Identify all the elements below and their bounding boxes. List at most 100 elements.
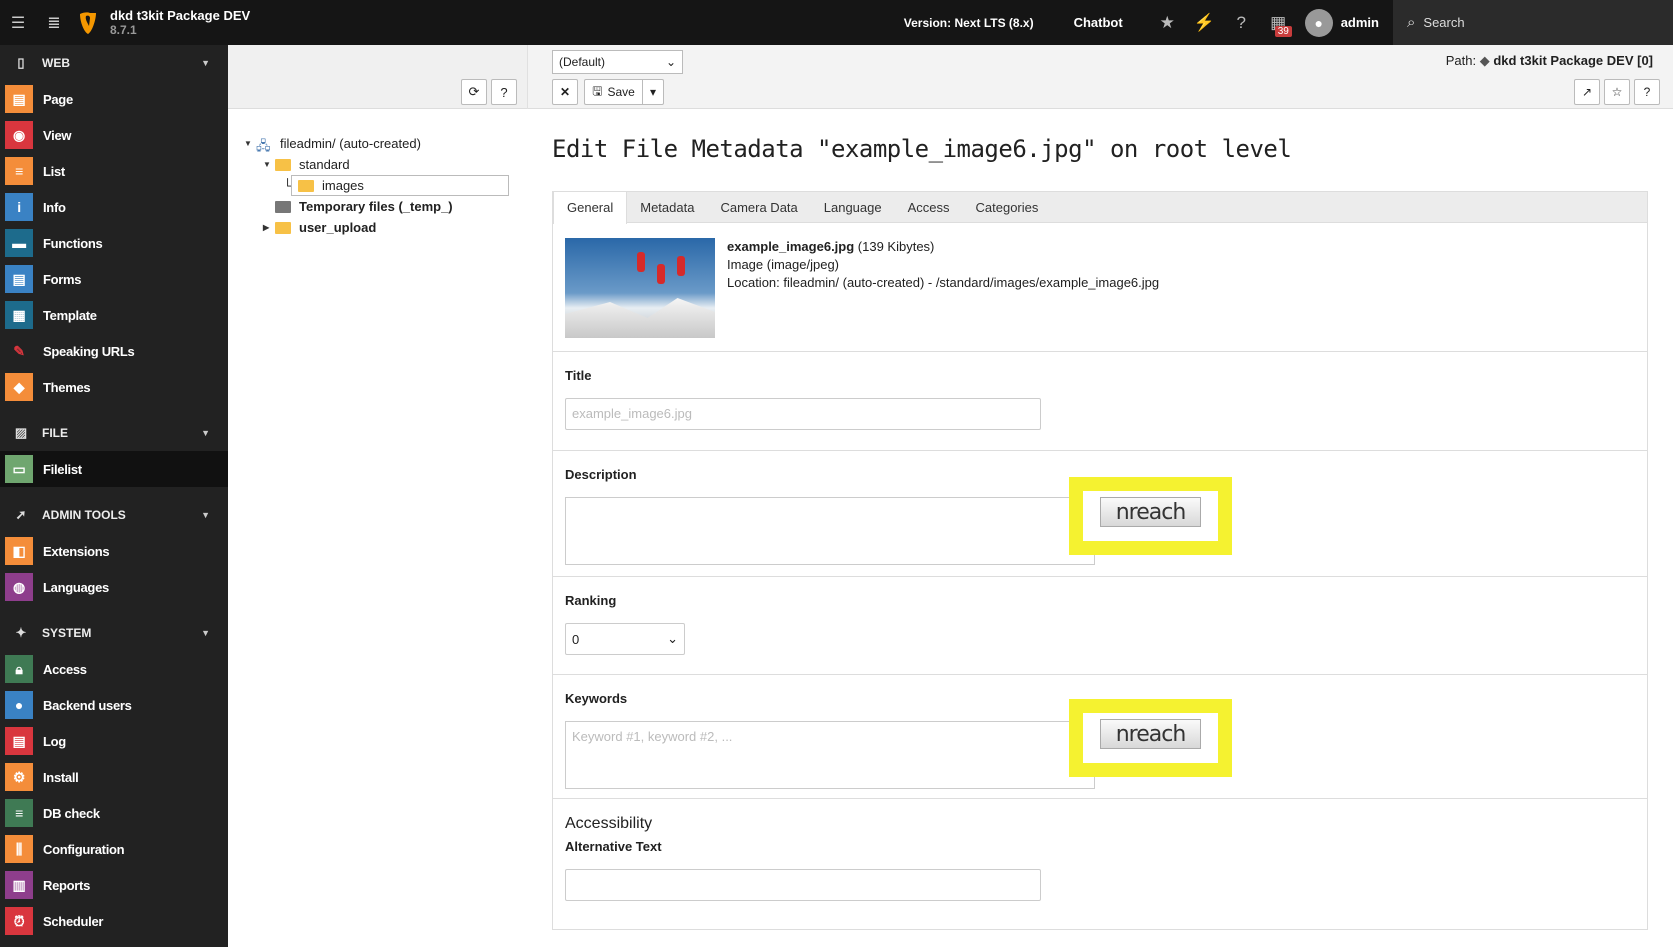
tree-toggle-icon[interactable]: ≣	[36, 0, 72, 45]
file-info: example_image6.jpg (139 Kibytes) Image (…	[553, 223, 1647, 352]
themes-icon: ◆	[5, 373, 33, 401]
tab-general[interactable]: General	[553, 192, 628, 224]
language-value: (Default)	[559, 55, 606, 69]
save-dropdown-button[interactable]: ▾	[642, 79, 664, 105]
tree-node-root[interactable]: ▼ 🖧︎ fileadmin/ (auto-created)	[228, 133, 528, 154]
user-menu[interactable]: ● admin	[1304, 8, 1379, 37]
module-install[interactable]: ⚙ Install	[0, 759, 228, 795]
tab-bar: General Metadata Camera Data Language Ac…	[552, 191, 1648, 224]
tab-camera-data[interactable]: Camera Data	[707, 192, 810, 223]
file-location: Location: fileadmin/ (auto-created) - /s…	[727, 275, 1160, 290]
search-box[interactable]: ⌕ Search	[1393, 0, 1673, 45]
selected-node[interactable]: images	[291, 175, 509, 196]
flash-clear-cache-icon[interactable]: ⚡	[1186, 13, 1223, 33]
caret-down-icon: ▼	[201, 428, 210, 438]
module-label: Access	[43, 661, 87, 677]
keywords-textarea[interactable]: Keyword #1, keyword #2, ...	[565, 721, 1095, 789]
bookmark-star-icon[interactable]: ★	[1149, 13, 1186, 33]
ranking-select[interactable]: 0 ⌄	[565, 623, 685, 655]
avatar: ●	[1304, 8, 1333, 37]
typo3-logo-icon	[80, 11, 96, 34]
shortcut-star-icon[interactable]: ☆	[1604, 79, 1630, 105]
tree-node-user-upload[interactable]: ▶ user_upload	[228, 217, 528, 238]
module-backend-users[interactable]: ● Backend users	[0, 687, 228, 723]
help-icon[interactable]: ?	[1223, 13, 1260, 33]
tab-access[interactable]: Access	[895, 192, 963, 223]
group-web[interactable]: ▯ WEB ▼	[0, 45, 228, 81]
close-icon: ✕	[559, 85, 571, 99]
caret-down-icon: ▾	[649, 85, 657, 99]
module-forms[interactable]: ▤ Forms	[0, 261, 228, 297]
site-small-icon: ◆	[1479, 53, 1490, 68]
module-filelist[interactable]: ▭ Filelist	[0, 451, 228, 487]
toggle-closed-icon[interactable]: ▶	[263, 223, 275, 232]
toggle-open-icon[interactable]: ▼	[244, 139, 256, 148]
file-thumbnail[interactable]	[565, 238, 715, 338]
module-functions[interactable]: ▬ Functions	[0, 225, 228, 261]
module-template[interactable]: ▦ Template	[0, 297, 228, 333]
alt-text-input[interactable]	[565, 869, 1041, 901]
module-speaking-urls[interactable]: ✎ Speaking URLs	[0, 333, 228, 369]
tree-label: user_upload	[299, 220, 377, 235]
keywords-section: Keywords Keyword #1, keyword #2, ... nre…	[553, 675, 1647, 799]
group-label: SYSTEM	[42, 626, 92, 640]
tree-help-icon[interactable]: ?	[491, 79, 517, 105]
tree-node-standard[interactable]: ▼ standard	[228, 154, 528, 175]
nreach-keywords-button[interactable]: nreach	[1100, 719, 1201, 749]
tree-node-images[interactable]: └ images	[228, 175, 528, 196]
menu-toggle-icon[interactable]: ☰	[0, 0, 36, 45]
tree-label: images	[322, 178, 364, 193]
group-system[interactable]: ✦ SYSTEM ▼	[0, 615, 228, 651]
language-select[interactable]: (Default) ⌄	[552, 50, 683, 74]
accessibility-heading: Accessibility	[565, 815, 653, 832]
description-textarea[interactable]	[565, 497, 1095, 565]
module-scheduler[interactable]: ⏰︎ Scheduler	[0, 903, 228, 939]
tree-node-temp[interactable]: Temporary files (_temp_)	[228, 196, 528, 217]
module-access[interactable]: 🔒︎ Access	[0, 651, 228, 687]
help-button-icon[interactable]: ?	[1634, 79, 1660, 105]
module-extensions[interactable]: ◧ Extensions	[0, 533, 228, 569]
module-db-check[interactable]: ≡ DB check	[0, 795, 228, 831]
module-label: Configuration	[43, 841, 125, 857]
tab-language[interactable]: Language	[811, 192, 895, 223]
module-log[interactable]: ▤ Log	[0, 723, 228, 759]
refresh-icon[interactable]: ⟳	[461, 79, 487, 105]
module-page[interactable]: ▤ Page	[0, 81, 228, 117]
database-icon: ≡	[5, 799, 33, 827]
template-icon: ▦	[5, 301, 33, 329]
group-file[interactable]: ▨ FILE ▼	[0, 415, 228, 451]
tab-metadata[interactable]: Metadata	[627, 192, 707, 223]
module-configuration[interactable]: ⫼ Configuration	[0, 831, 228, 867]
description-section: Description nreach	[553, 451, 1647, 577]
nreach-description-button[interactable]: nreach	[1100, 497, 1201, 527]
toggle-open-icon[interactable]: ▼	[263, 160, 275, 169]
save-icon: 🖫︎	[592, 83, 603, 98]
lock-icon: 🔒︎	[5, 655, 33, 683]
save-button[interactable]: 🖫︎ Save	[584, 79, 642, 105]
module-reports[interactable]: ▥ Reports	[0, 867, 228, 903]
tree-branch: └	[283, 178, 293, 193]
module-languages[interactable]: ◍ Languages	[0, 569, 228, 605]
title-section: Title example_image6.jpg	[553, 352, 1647, 451]
install-gear-icon: ⚙	[5, 763, 33, 791]
module-list[interactable]: ≡ List	[0, 153, 228, 189]
open-new-window-icon[interactable]: ↗	[1574, 79, 1600, 105]
main-content: (Default) ⌄ ✕ 🖫︎ Save ▾ Path: ◆ dkd t3kit …	[528, 45, 1673, 947]
module-themes[interactable]: ◆ Themes	[0, 369, 228, 405]
module-label: Themes	[43, 379, 91, 395]
system-info-icon[interactable]: ▦ 39	[1260, 13, 1297, 37]
close-button[interactable]: ✕	[552, 79, 578, 105]
module-info[interactable]: i Info	[0, 189, 228, 225]
nreach-highlight: nreach	[1069, 699, 1232, 777]
chatbot-button[interactable]: Chatbot	[1074, 15, 1123, 30]
tab-categories[interactable]: Categories	[963, 192, 1052, 223]
group-label: FILE	[42, 426, 68, 440]
doc-header: (Default) ⌄ ✕ 🖫︎ Save ▾ Path: ◆ dkd t3kit …	[528, 45, 1673, 109]
group-label: ADMIN TOOLS	[42, 508, 126, 522]
module-menu: ▯ WEB ▼ ▤ Page ◉ View ≡ List i Info ▬ Functions…	[0, 45, 228, 947]
module-view[interactable]: ◉ View	[0, 117, 228, 153]
group-admin-tools[interactable]: ➚ ADMIN TOOLS ▼	[0, 497, 228, 533]
title-input[interactable]: example_image6.jpg	[565, 398, 1041, 430]
info-icon: i	[5, 193, 33, 221]
site-logo-area[interactable]: dkd t3kit Package DEV 8.7.1	[78, 8, 250, 37]
